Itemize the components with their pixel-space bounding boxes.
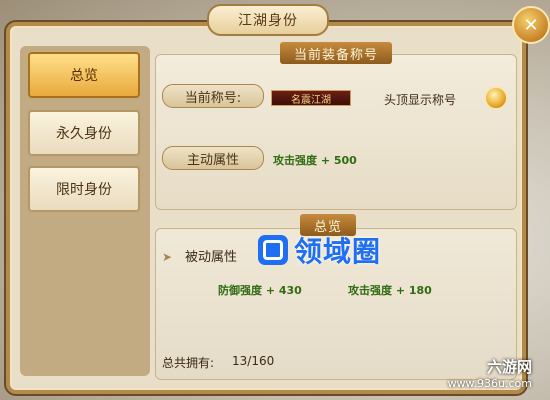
show-title-toggle[interactable] (484, 86, 508, 110)
sidebar-item-overview[interactable]: 总览 (28, 52, 140, 98)
close-button[interactable]: ✕ (512, 6, 550, 44)
total-owned-label: 总共拥有: (162, 356, 215, 370)
active-attribute-label: 主动属性 (162, 146, 264, 170)
passive-attribute-value: 攻击强度 + 180 (348, 284, 432, 297)
equipped-title-ribbon: 当前装备称号 (280, 42, 393, 64)
sidebar-item-label: 限时身份 (56, 182, 112, 198)
watermark-text: 领域圈 (294, 235, 382, 268)
watermark: 领域圈 (258, 230, 381, 270)
passive-attribute-label: 被动属性 (185, 250, 238, 265)
equipped-title-panel (155, 54, 517, 210)
window-title: 江湖身份 (207, 4, 329, 36)
close-icon: ✕ (523, 14, 539, 36)
watermark-logo-icon (258, 235, 288, 265)
total-owned-value: 13/160 (232, 354, 275, 368)
sidebar-item-limited[interactable]: 限时身份 (28, 166, 140, 212)
show-title-label: 头顶显示称号 (384, 93, 457, 107)
sidebar-item-label: 总览 (70, 68, 98, 84)
site-name: 六游网 (486, 358, 532, 376)
sidebar-item-permanent[interactable]: 永久身份 (28, 110, 140, 156)
sidebar-item-label: 永久身份 (56, 126, 112, 142)
sidebar: 总览 永久身份 限时身份 (20, 46, 150, 376)
site-url: www.936u.com (447, 377, 532, 390)
active-attribute-value: 攻击强度 + 500 (273, 154, 357, 167)
passive-attribute-value: 防御强度 + 430 (218, 284, 302, 297)
current-title-badge: 名震江湖 (271, 90, 351, 106)
current-title-label: 当前称号: (162, 84, 264, 108)
site-watermark: 六游网 www.936u.com (448, 356, 532, 390)
arrow-icon: ➤ (162, 250, 173, 264)
